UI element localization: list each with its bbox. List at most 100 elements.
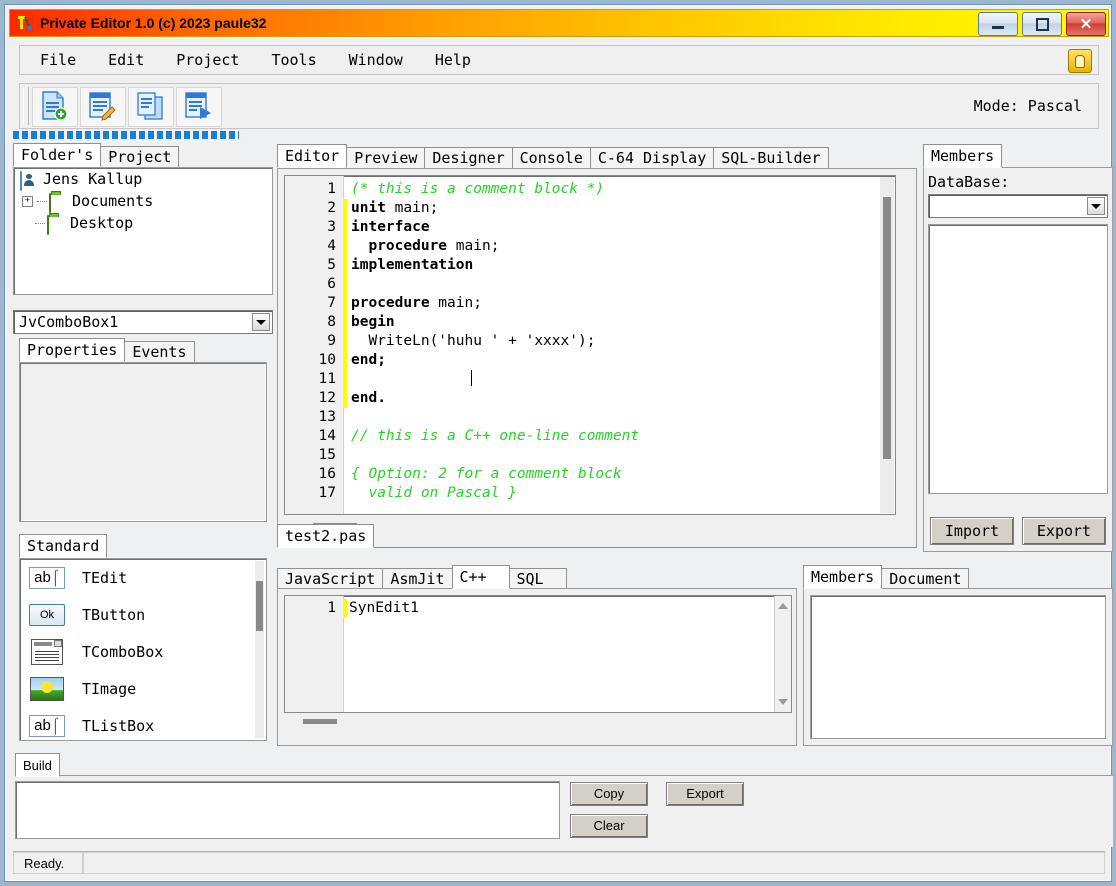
glyph: ab	[34, 569, 51, 586]
tab-properties[interactable]: Properties	[19, 338, 126, 362]
code-line: WriteLn('huhu ' + 'xxxx');	[351, 332, 895, 351]
members-list[interactable]	[928, 224, 1108, 494]
tab-asmjit[interactable]: AsmJit	[382, 568, 453, 589]
code-token: end;	[351, 352, 386, 368]
tab-console[interactable]: Console	[511, 147, 591, 168]
tab-c64-display[interactable]: C-64 Display	[589, 147, 715, 168]
tab-designer[interactable]: Designer	[424, 147, 513, 168]
tab-sql-builder[interactable]: SQL-Builder	[713, 147, 829, 168]
bottom-modified-marker	[343, 599, 347, 618]
palette-scroll-thumb[interactable]	[256, 581, 263, 631]
palette-item-tbutton[interactable]: Ok TButton	[20, 596, 266, 633]
code-line: end.	[351, 389, 895, 408]
export-button[interactable]: Export	[666, 782, 744, 806]
database-combo[interactable]	[928, 194, 1108, 218]
minimize-button[interactable]	[978, 12, 1018, 36]
line-number: 17	[318, 485, 336, 501]
scroll-up-icon[interactable]	[775, 598, 791, 614]
edit-file-button[interactable]	[80, 87, 126, 127]
build-output[interactable]	[15, 781, 560, 839]
tab-folders[interactable]: Folder's	[13, 143, 102, 167]
component-palette[interactable]: ab ⌠ TEdit Ok TButton TComboBox TImage a…	[19, 558, 267, 741]
object-inspector[interactable]	[19, 362, 267, 522]
bottom-line-number: 1	[327, 600, 336, 616]
tab-editor[interactable]: Editor	[277, 144, 348, 168]
tab-members[interactable]: Members	[923, 144, 1003, 168]
tab-sql[interactable]: SQL	[508, 568, 567, 589]
chevron-down-icon[interactable]	[1087, 197, 1105, 215]
code-editor[interactable]: 1 2 3 4 5 6 7 8 9 10 11 12 13 14 15 16 17 (* this is a c…	[284, 175, 896, 515]
maximize-icon	[1023, 13, 1061, 35]
copy-button[interactable]: Copy	[570, 782, 648, 806]
panel-splitter-grip[interactable]	[13, 131, 239, 139]
tree-item-desktop[interactable]: Desktop	[14, 212, 272, 235]
window-title: Private Editor 1.0 (c) 2023 paule32	[40, 15, 267, 31]
database-label: DataBase:	[928, 173, 1010, 191]
menu-item-window[interactable]: Window	[337, 48, 415, 72]
editor-vscrollbar[interactable]	[880, 177, 894, 513]
tab-bottom-document[interactable]: Document	[881, 568, 970, 589]
editor-hscrollbar[interactable]	[285, 521, 889, 530]
code-token: end.	[351, 390, 386, 406]
palette-item-timage[interactable]: TImage	[20, 670, 266, 707]
code-token: main;	[385, 200, 439, 216]
tab-events[interactable]: Events	[124, 341, 195, 362]
bottom-members-list[interactable]	[810, 595, 1106, 739]
chevron-down-icon[interactable]	[252, 313, 270, 331]
code-lines[interactable]: (* this is a comment block *) unit main; i…	[347, 176, 895, 514]
menu-item-help[interactable]: Help	[423, 48, 483, 72]
tab-preview[interactable]: Preview	[346, 147, 426, 168]
palette-item-tlistbox[interactable]: ab ⌠ TListBox	[20, 707, 266, 740]
code-line: { Option: 2 for a comment block	[351, 465, 895, 484]
bottom-code-lines[interactable]: SynEdit1	[349, 599, 419, 618]
menu-item-tools[interactable]: Tools	[259, 48, 328, 72]
palette-item-tedit[interactable]: ab ⌠ TEdit	[20, 559, 266, 596]
tab-file-test2[interactable]: test2.pas	[277, 524, 375, 548]
menu-item-project[interactable]: Project	[164, 48, 251, 72]
palette-item-tcombobox[interactable]: TComboBox	[20, 633, 266, 670]
menu-item-file[interactable]: File	[28, 48, 88, 72]
import-button[interactable]: Import	[930, 517, 1014, 545]
new-file-button[interactable]	[32, 87, 78, 127]
palette-scrollbar[interactable]	[255, 561, 264, 738]
bottom-editor-vscrollbar[interactable]	[774, 596, 791, 712]
tree-item-user[interactable]: Jens Kallup	[14, 168, 272, 191]
tree-item-documents[interactable]: + Documents	[14, 190, 272, 213]
image-component-icon	[28, 676, 66, 701]
object-selector-combo[interactable]: JvComboBox1	[13, 310, 273, 334]
close-button[interactable]: ✕	[1066, 12, 1106, 36]
tab-cpp[interactable]: C++	[451, 565, 510, 589]
run-button[interactable]	[176, 87, 222, 127]
tab-standard[interactable]: Standard	[19, 534, 108, 558]
bottom-editor-hscrollbar[interactable]	[285, 717, 785, 726]
copy-file-button[interactable]	[128, 87, 174, 127]
tab-javascript[interactable]: JavaScript	[277, 568, 384, 589]
code-token: implementation	[351, 257, 474, 273]
tab-bottom-members[interactable]: Members	[803, 565, 883, 589]
bottom-code-editor[interactable]: 1 SynEdit1	[284, 595, 792, 713]
bottom-code-line: SynEdit1	[349, 600, 419, 616]
tree-item-label: Desktop	[70, 214, 134, 232]
line-number: 9	[327, 333, 336, 349]
scroll-down-icon[interactable]	[775, 694, 791, 710]
mode-label: Mode: Pascal	[973, 97, 1082, 115]
tab-build[interactable]: Build	[15, 753, 60, 777]
export-button[interactable]: Export	[1022, 517, 1106, 545]
status-text: Ready.	[13, 852, 83, 874]
menu-item-edit[interactable]: Edit	[96, 48, 156, 72]
bottom-editor-hscroll-thumb[interactable]	[303, 719, 337, 724]
tree-connector	[37, 200, 47, 202]
clear-button[interactable]: Clear	[570, 814, 648, 838]
lightbulb-icon[interactable]	[1068, 49, 1092, 73]
maximize-button[interactable]	[1022, 12, 1062, 36]
tab-project[interactable]: Project	[100, 146, 180, 167]
line-number: 5	[327, 257, 336, 273]
tree-connector	[35, 222, 45, 224]
code-line: procedure main;	[351, 294, 895, 313]
folder-tree[interactable]: Jens Kallup + Documents Desktop	[13, 167, 273, 295]
expander-plus-icon[interactable]: +	[22, 195, 33, 207]
toolbar-grip[interactable]	[23, 87, 29, 125]
editor-vscroll-thumb[interactable]	[883, 197, 891, 459]
